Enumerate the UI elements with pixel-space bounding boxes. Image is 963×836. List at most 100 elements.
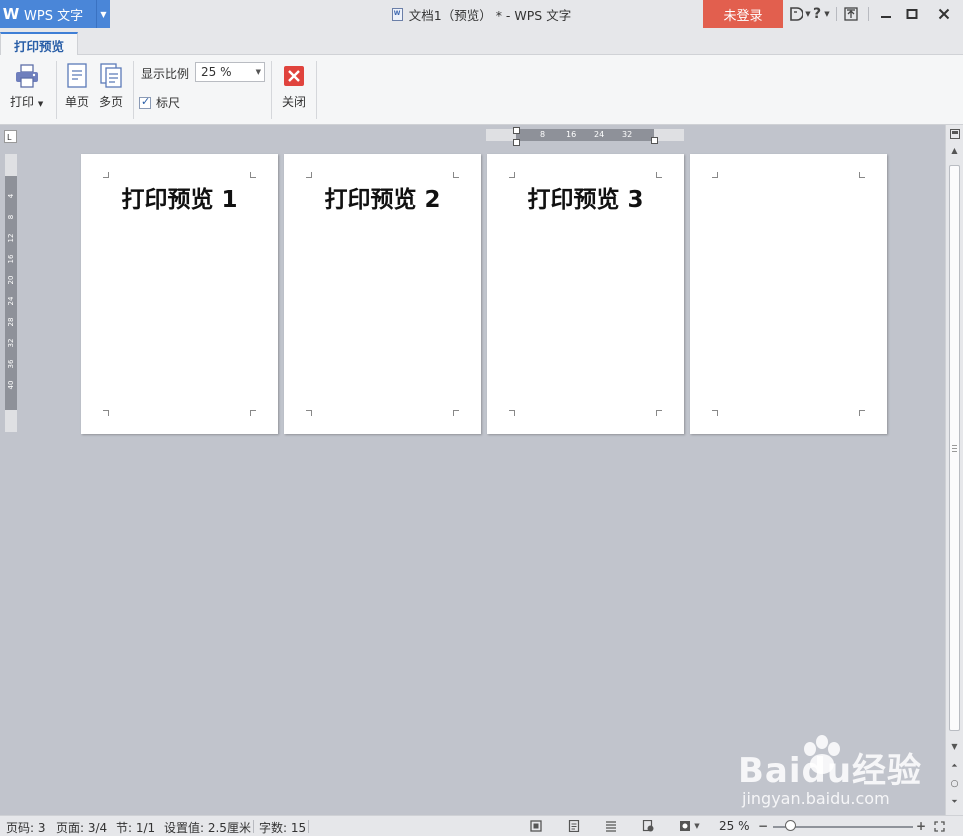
zoom-select[interactable]: 25 % ▼ [195,62,265,82]
minimize-icon[interactable] [876,0,896,28]
preview-page-3[interactable]: 打印预览 3 [487,154,684,434]
ruler-corner-icon[interactable]: L [4,130,17,143]
ruler-checkbox[interactable]: 标尺 [139,94,180,111]
title-bar: W WPS 文字 ▼ 文档1（预览） * - WPS 文字 未登录 ▼ ? ▼ [0,0,963,28]
close-preview-button[interactable]: 关闭 [281,63,307,110]
split-view-icon[interactable] [946,127,963,141]
close-window-icon[interactable] [934,0,954,28]
divider [271,61,272,119]
page-corner-mark [453,410,459,416]
print-dropdown-icon[interactable]: ▼ [38,100,43,108]
previous-page-icon[interactable]: ⏶ [946,759,963,773]
vruler-tick: 32 [7,338,15,348]
maximize-icon[interactable] [902,0,922,28]
skin-icon[interactable] [786,0,806,28]
close-icon [284,66,304,86]
page-corner-mark [656,172,662,178]
preview-page-2[interactable]: 打印预览 2 [284,154,481,434]
status-setting[interactable]: 设置值: 2.5厘米 [164,819,251,836]
divider [868,7,869,21]
outline-view-icon[interactable] [603,818,619,834]
status-page-count[interactable]: 页面: 3/4 [56,819,107,836]
help-dropdown-icon[interactable]: ▼ [823,0,831,28]
divider [133,61,134,119]
hruler-tick: 24 [594,130,605,139]
divider [253,820,254,833]
vruler-tick: 40 [7,380,15,390]
app-menu-button[interactable]: W WPS 文字 ▼ [0,0,110,28]
app-menu-dropdown-icon[interactable]: ▼ [96,0,110,28]
fit-window-icon[interactable] [931,818,947,834]
scrollbar-thumb[interactable] [949,165,960,731]
eye-protection-dropdown-icon[interactable]: ▼ [692,818,702,834]
vertical-scrollbar[interactable]: ▲ ▼ ⏶ ○ ⏷ [945,125,963,815]
vruler-tick: 8 [7,214,15,220]
eye-protection-icon[interactable] [677,818,693,834]
vruler-tick: 24 [7,296,15,306]
tab-print-preview[interactable]: 打印预览 [0,32,78,56]
status-word-count[interactable]: 字数: 15 [259,819,306,836]
help-icon[interactable]: ? [810,0,824,28]
page-corner-mark [509,172,515,178]
page-heading: 打印预览 1 [121,187,238,213]
zoom-in-icon[interactable]: + [913,818,929,834]
vruler-tick: 16 [7,254,15,264]
right-indent-marker[interactable] [651,137,658,144]
zoom-slider-handle[interactable] [785,820,796,831]
ribbon-tab-row: 打印预览 [0,28,963,56]
print-button[interactable]: 打印 ▼ [10,63,43,110]
document-title: 文档1（预览） * - WPS 文字 [408,7,572,23]
page-view-icon[interactable] [566,818,582,834]
single-page-icon [67,63,87,88]
divider [316,61,317,119]
preview-page-1[interactable]: 打印预览 1 [81,154,278,434]
hruler-tick: 32 [622,130,633,139]
browse-object-icon[interactable]: ○ [946,777,963,791]
single-page-button[interactable]: 单页 [64,63,90,110]
scroll-up-icon[interactable]: ▲ [946,143,963,157]
app-name: WPS 文字 [24,8,84,24]
web-view-icon[interactable] [640,818,656,834]
next-page-icon[interactable]: ⏷ [946,795,963,809]
wps-logo-icon: W [2,5,20,23]
page-corner-mark [103,410,109,416]
vruler-tick: 28 [7,317,15,327]
status-zoom-value[interactable]: 25 % [719,819,750,833]
full-screen-icon[interactable] [528,818,544,834]
page-corner-mark [103,172,109,178]
checkbox-checked-icon[interactable] [139,95,151,109]
divider [56,61,57,119]
status-page-number[interactable]: 页码: 3 [6,819,46,836]
printer-icon [15,64,38,88]
page-corner-mark [306,410,312,416]
page-corner-mark [656,410,662,416]
first-line-indent-marker[interactable] [513,127,520,134]
close-label: 关闭 [281,95,306,109]
upload-icon[interactable] [842,0,860,28]
zoom-value: 25 % [201,65,232,79]
ruler-label: 标尺 [156,96,181,110]
left-indent-marker[interactable] [513,139,520,146]
print-label: 打印 ▼ [10,95,44,109]
hruler-tick: 8 [540,130,546,139]
divider [308,820,309,833]
page-corner-mark [453,172,459,178]
multi-page-icon [100,63,122,88]
vertical-ruler[interactable]: 4 8 12 16 20 24 28 32 36 40 [5,154,17,432]
vruler-tick: 12 [7,233,15,243]
page-corner-mark [306,172,312,178]
login-button[interactable]: 未登录 [703,0,783,28]
zoom-out-icon[interactable]: − [755,818,771,834]
divider [836,7,837,21]
multi-page-button[interactable]: 多页 [98,63,124,110]
scroll-down-icon[interactable]: ▼ [946,739,963,753]
document-icon [391,7,403,21]
page-heading: 打印预览 3 [527,187,644,213]
status-bar: 页码: 3 页面: 3/4 节: 1/1 设置值: 2.5厘米 字数: 15 ▼… [0,815,963,836]
chevron-down-icon[interactable]: ▼ [256,68,261,76]
vruler-tick: 36 [7,359,15,369]
status-section[interactable]: 节: 1/1 [116,819,155,836]
preview-page-4[interactable] [690,154,887,434]
ribbon-toolbar: 打印 ▼ 单页 多页 显示比例 25 % ▼ 标尺 关闭 [0,55,963,125]
hruler-tick: 16 [566,130,577,139]
